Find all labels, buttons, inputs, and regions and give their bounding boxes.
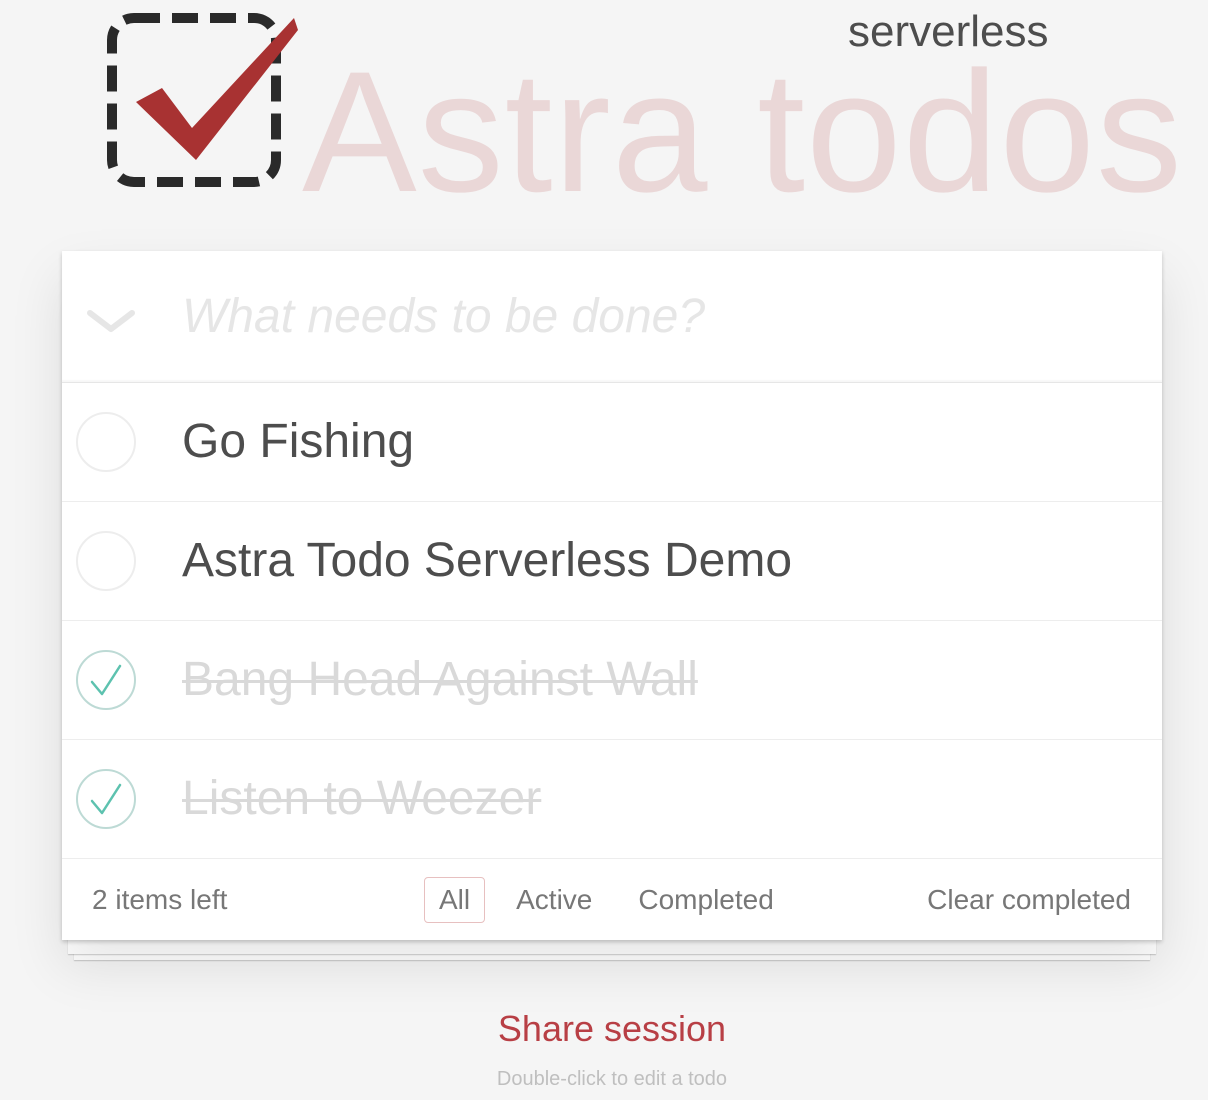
app-title: Astra todos bbox=[302, 36, 1183, 228]
new-todo-input[interactable] bbox=[182, 279, 1122, 353]
todo-label[interactable]: Go Fishing bbox=[182, 383, 414, 501]
todo-toggle-checkbox-checked[interactable] bbox=[76, 650, 136, 710]
todo-list: Go Fishing Astra Todo Serverless Demo Ba… bbox=[62, 383, 1162, 859]
todo-toggle-checkbox[interactable] bbox=[76, 531, 136, 591]
todo-label[interactable]: Astra Todo Serverless Demo bbox=[182, 502, 792, 620]
todo-toggle-checkbox-checked[interactable] bbox=[76, 769, 136, 829]
chevron-down-icon[interactable] bbox=[86, 303, 136, 339]
dashed-checkbox-check-icon bbox=[107, 13, 298, 187]
todo-label[interactable]: Listen to Weezer bbox=[182, 740, 541, 858]
new-todo-row bbox=[62, 251, 1162, 383]
check-icon bbox=[90, 783, 122, 815]
todo-app: serverless Astra todos Go Fishing Astra … bbox=[0, 0, 1208, 1100]
todo-footer: 2 items left All Active Completed Clear … bbox=[62, 859, 1162, 940]
items-left-count: 2 items left bbox=[92, 884, 228, 915]
todo-toggle-checkbox[interactable] bbox=[76, 412, 136, 472]
share-session-link[interactable]: Share session bbox=[0, 1008, 1208, 1050]
todo-label[interactable]: Bang Head Against Wall bbox=[182, 621, 698, 739]
filter-completed[interactable]: Completed bbox=[623, 877, 788, 923]
clear-completed-button[interactable]: Clear completed bbox=[927, 859, 1131, 940]
todo-item[interactable]: Go Fishing bbox=[62, 383, 1162, 502]
filter-active[interactable]: Active bbox=[501, 877, 607, 923]
card-stack-layer bbox=[68, 938, 1156, 954]
todo-item[interactable]: Bang Head Against Wall bbox=[62, 621, 1162, 740]
todo-item[interactable]: Listen to Weezer bbox=[62, 740, 1162, 859]
todo-card: Go Fishing Astra Todo Serverless Demo Ba… bbox=[62, 251, 1162, 940]
todo-item[interactable]: Astra Todo Serverless Demo bbox=[62, 502, 1162, 621]
check-icon bbox=[90, 664, 122, 696]
filter-tabs: All Active Completed bbox=[424, 877, 789, 923]
filter-all[interactable]: All bbox=[424, 877, 486, 923]
edit-hint: Double-click to edit a todo bbox=[496, 1068, 728, 1090]
